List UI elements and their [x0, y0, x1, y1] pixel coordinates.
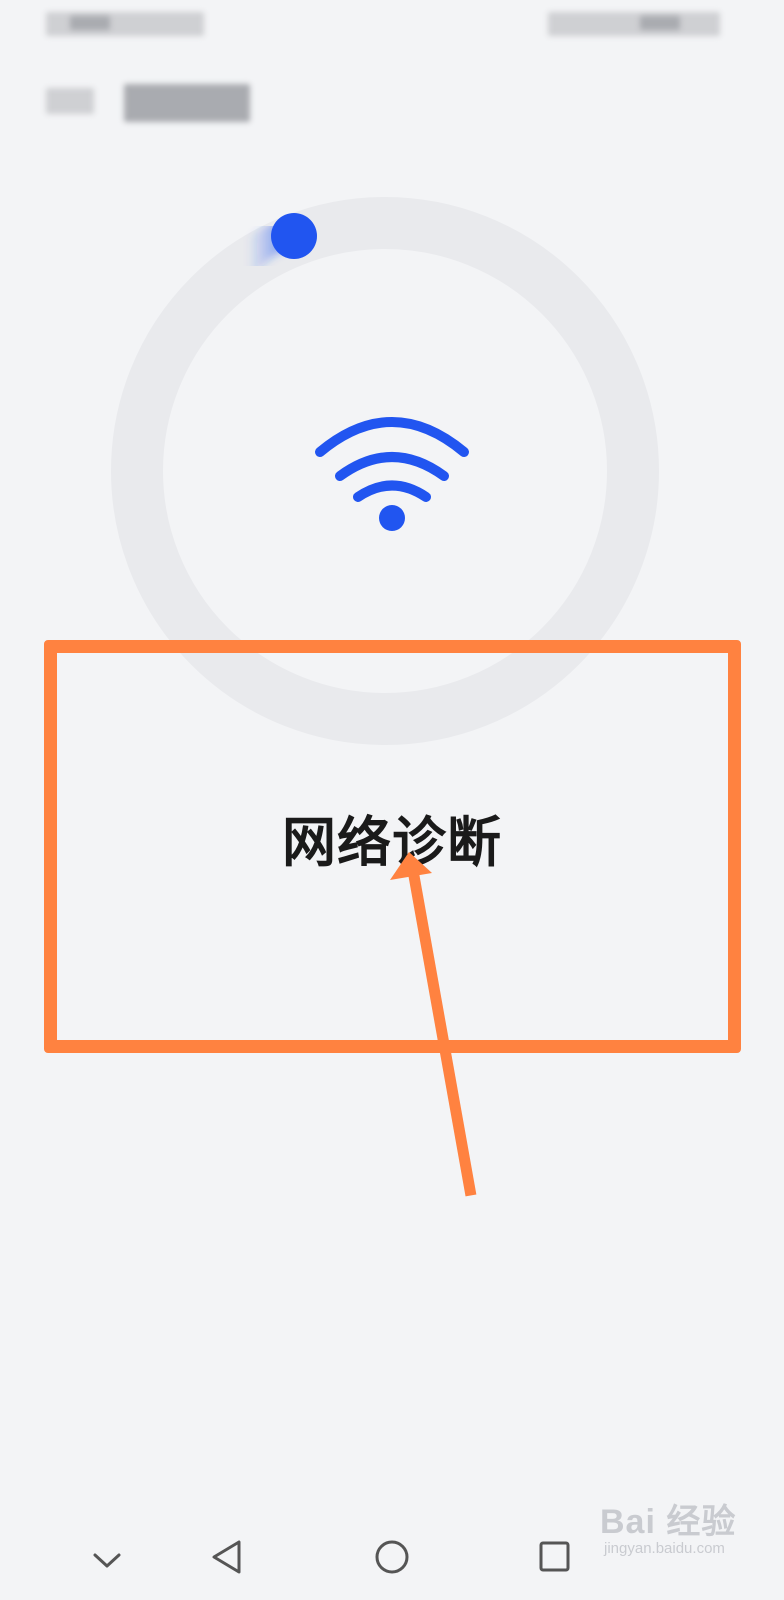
- square-recent-icon: [539, 1541, 570, 1572]
- watermark-url: jingyan.baidu.com: [604, 1540, 725, 1557]
- triangle-back-icon: [212, 1540, 241, 1574]
- annotation-highlight-box: [44, 640, 741, 1053]
- nav-recent-button[interactable]: [520, 1520, 590, 1590]
- baidu-watermark: Bai 经验 jingyan.baidu.com: [600, 1480, 780, 1590]
- circle-home-icon: [375, 1540, 409, 1574]
- nav-collapse-button[interactable]: [72, 1520, 142, 1590]
- nav-home-button[interactable]: [357, 1520, 427, 1590]
- chevron-down-icon: [93, 1553, 121, 1568]
- watermark-logo-text: Bai 经验: [600, 1503, 737, 1541]
- wifi-icon: [315, 417, 469, 531]
- nav-back-button[interactable]: [194, 1520, 264, 1590]
